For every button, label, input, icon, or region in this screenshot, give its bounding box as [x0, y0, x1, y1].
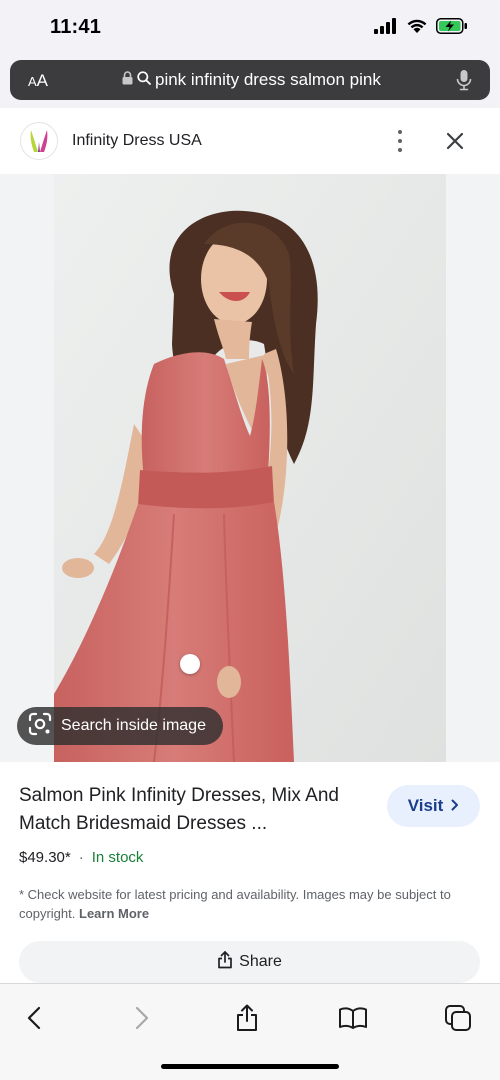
result-title[interactable]: Salmon Pink Infinity Dresses, Mix And Ma… — [19, 782, 364, 838]
mic-icon[interactable] — [456, 69, 472, 96]
tabs-icon[interactable] — [442, 1002, 474, 1034]
url-bar[interactable]: AA pink infinity dress salmon pink — [10, 60, 490, 100]
search-icon — [137, 70, 151, 90]
url-bar-container: AA pink infinity dress salmon pink — [0, 56, 500, 108]
home-indicator — [161, 1064, 339, 1069]
lens-icon — [27, 711, 53, 742]
share-icon — [217, 950, 233, 974]
search-inside-image-label: Search inside image — [61, 717, 206, 734]
chevron-right-icon — [451, 796, 459, 816]
image-preview-area — [0, 174, 500, 762]
share-label: Share — [239, 953, 282, 970]
more-vert-icon[interactable] — [388, 128, 412, 154]
text-size-button[interactable]: AA — [28, 71, 48, 91]
product-image[interactable] — [54, 174, 446, 762]
lock-icon — [122, 70, 133, 90]
site-header: Infinity Dress USA — [0, 108, 500, 174]
lens-selection-dot[interactable] — [180, 654, 200, 674]
disclaimer: * Check website for latest pricing and a… — [19, 885, 481, 923]
visit-label: Visit — [407, 796, 444, 815]
visit-button[interactable]: Visit — [387, 785, 480, 827]
status-time: 11:41 — [50, 16, 102, 38]
site-logo-icon[interactable] — [20, 122, 58, 160]
signal-icon — [374, 18, 398, 39]
price: $49.30* — [19, 849, 71, 866]
status-icons — [374, 18, 468, 39]
url-query[interactable]: pink infinity dress salmon pink — [122, 70, 381, 90]
price-separator: · — [78, 849, 84, 866]
status-bar: 11:41 — [0, 0, 500, 56]
back-icon[interactable] — [18, 1002, 50, 1034]
site-name[interactable]: Infinity Dress USA — [72, 132, 202, 150]
wifi-icon — [406, 18, 428, 39]
search-inside-image-button[interactable]: Search inside image — [17, 707, 223, 745]
share-icon[interactable] — [231, 1002, 263, 1034]
battery-charging-icon — [436, 18, 468, 39]
close-icon[interactable] — [444, 130, 466, 157]
learn-more-link[interactable]: Learn More — [79, 906, 149, 921]
bookmarks-icon[interactable] — [337, 1002, 369, 1034]
search-query-text: pink infinity dress salmon pink — [155, 70, 381, 89]
price-row: $49.30* · In stock — [19, 849, 143, 866]
forward-icon[interactable] — [126, 1002, 158, 1034]
share-button[interactable]: Share — [19, 941, 480, 983]
stock-status: In stock — [91, 849, 144, 866]
